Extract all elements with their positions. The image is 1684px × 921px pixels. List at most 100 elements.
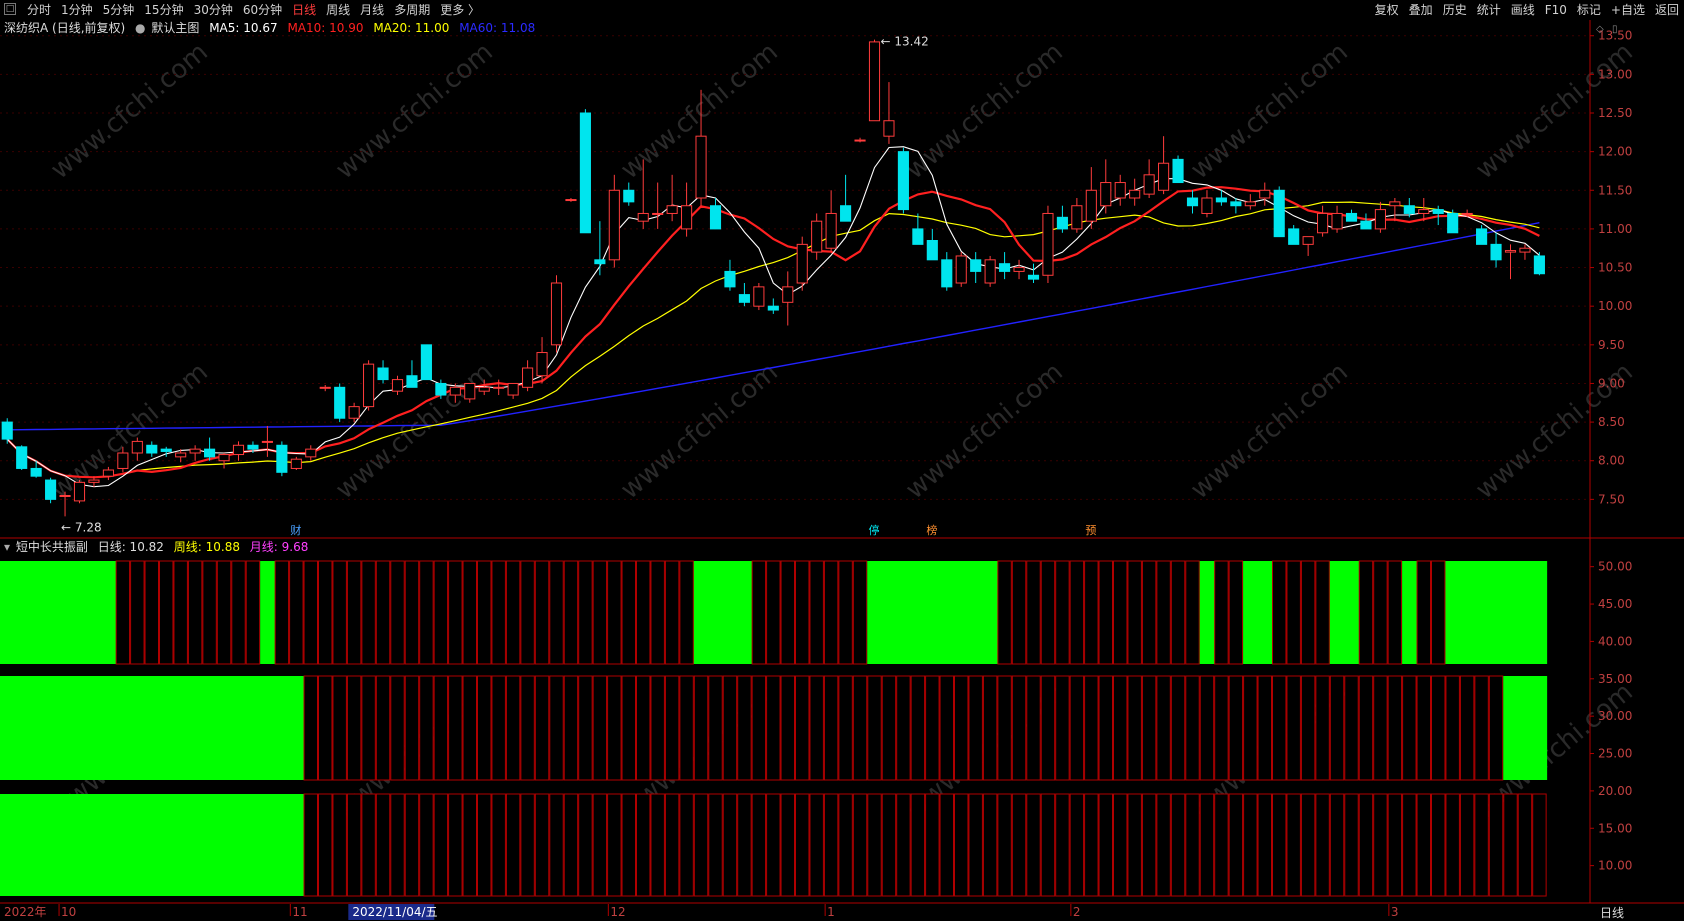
signal-bar-off — [563, 793, 579, 897]
signal-bar-off — [679, 560, 694, 665]
signal-bar-off — [433, 560, 449, 665]
signal-bar-off — [1459, 675, 1475, 781]
signal-bar-off — [636, 560, 651, 665]
template-circle-icon[interactable]: ● — [135, 21, 145, 35]
candle-body — [290, 458, 302, 469]
signal-bar-off — [1170, 675, 1186, 781]
candle-body — [146, 444, 158, 454]
signal-bar-off — [1373, 560, 1388, 665]
signal-bar-off — [505, 675, 521, 781]
signal-bar-off — [693, 675, 709, 781]
sub-tick-label: 20.00 — [1598, 784, 1632, 798]
sub-indicator-toggle-icon[interactable]: ▾ — [4, 540, 10, 554]
signal-bar-on — [43, 794, 59, 896]
signal-bar-off — [621, 675, 637, 781]
signal-bar-off — [650, 793, 665, 897]
candle-body — [825, 212, 837, 249]
signal-bar-off — [795, 675, 810, 781]
candle-body — [218, 454, 230, 462]
signal-bar-on — [187, 676, 203, 780]
signal-bar-off — [1402, 793, 1417, 897]
watermark-text: www.cfchi.com — [330, 37, 499, 185]
signal-bar-on — [173, 676, 189, 780]
signal-bar-off — [419, 793, 434, 897]
watermark-text: www.cfchi.com — [615, 357, 784, 505]
signal-bar-off — [1084, 675, 1099, 781]
signal-bar-on — [115, 794, 131, 896]
signal-bar-off — [1011, 560, 1027, 665]
template-name[interactable]: 默认主图 — [151, 21, 199, 35]
sub-indicator-title[interactable]: 短中长共振副 — [16, 540, 88, 554]
signal-bar-off — [809, 675, 824, 781]
candle-body — [1114, 182, 1126, 199]
signal-bar-off — [390, 793, 405, 897]
candle-body — [854, 139, 866, 142]
signal-bar-off — [303, 675, 318, 781]
signal-bar-off — [1243, 675, 1258, 781]
signal-bar-off — [1026, 560, 1041, 665]
signal-bar-off — [838, 560, 853, 665]
ma60-label: MA60: 11.08 — [459, 21, 536, 35]
date-axis-label: 10 — [61, 905, 76, 919]
signal-bar-off — [491, 560, 506, 665]
signal-bar-off — [419, 675, 434, 781]
stock-chart[interactable]: www.cfchi.com www.cfchi.com www.cfchi.com w… — [0, 0, 1684, 921]
signal-bar-off — [1228, 560, 1244, 665]
signal-bar-on — [245, 794, 261, 896]
signal-bar-off — [1300, 560, 1316, 665]
candle-body — [261, 440, 273, 443]
signal-bar-off — [462, 560, 477, 665]
signal-bar-on — [1445, 561, 1461, 664]
date-axis-label: 12 — [610, 905, 625, 919]
signal-bar-on — [968, 561, 984, 664]
signal-bar-off — [1387, 675, 1403, 781]
signal-bar-off — [1011, 793, 1027, 897]
signal-bar-off — [1214, 560, 1229, 665]
candle-body — [955, 255, 967, 284]
watermark-text: www.cfchi.com — [45, 357, 214, 505]
signal-bar-off — [491, 675, 506, 781]
candle-body — [478, 386, 490, 392]
signal-bar-on — [1517, 561, 1533, 664]
signal-bar-on — [0, 794, 15, 896]
event-marker: 榜 — [926, 523, 937, 537]
signal-bar-on — [43, 561, 59, 664]
period-indicator[interactable]: 日线 — [1600, 904, 1624, 921]
signal-bar-on — [1344, 561, 1360, 664]
signal-bar-off — [578, 675, 593, 781]
signal-bar-off — [332, 793, 347, 897]
stock-title[interactable]: 深纺织A (日线,前复权) — [4, 21, 125, 35]
candle-body — [1374, 209, 1386, 230]
layout-icon[interactable]: ▯ — [1612, 24, 1618, 35]
signal-bar-off — [664, 675, 680, 781]
candle-body — [681, 205, 693, 230]
candle-body — [276, 444, 288, 473]
signal-bar-off — [592, 793, 608, 897]
signal-bar-off — [650, 560, 665, 665]
candle-body — [189, 448, 201, 454]
signal-bar-off — [982, 793, 998, 897]
sub-tick-label: 45.00 — [1598, 597, 1632, 611]
candle-body — [1215, 197, 1227, 203]
candle-body — [666, 205, 678, 214]
signal-bar-on — [144, 794, 160, 896]
signal-bar-off — [910, 793, 926, 897]
signal-bar-off — [766, 675, 781, 781]
candle-body — [1273, 189, 1285, 238]
price-tick-label: 12.50 — [1598, 106, 1632, 120]
signal-bar-off — [592, 560, 608, 665]
price-tick-label: 8.00 — [1598, 454, 1625, 468]
signal-bar-on — [28, 561, 44, 664]
signal-bar-off — [346, 560, 362, 665]
signal-bar-off — [1069, 675, 1085, 781]
date-axis-label: 11 — [292, 905, 307, 919]
signal-bar-off — [722, 793, 738, 897]
signal-bar-off — [361, 793, 376, 897]
expand-icon[interactable]: ◇ — [1596, 24, 1604, 35]
signal-bar-on — [245, 676, 261, 780]
signal-bar-on — [231, 794, 247, 896]
signal-bar-off — [607, 793, 622, 897]
signal-bar-off — [1431, 560, 1446, 665]
candle-body — [868, 41, 881, 122]
candle-body — [883, 120, 895, 137]
